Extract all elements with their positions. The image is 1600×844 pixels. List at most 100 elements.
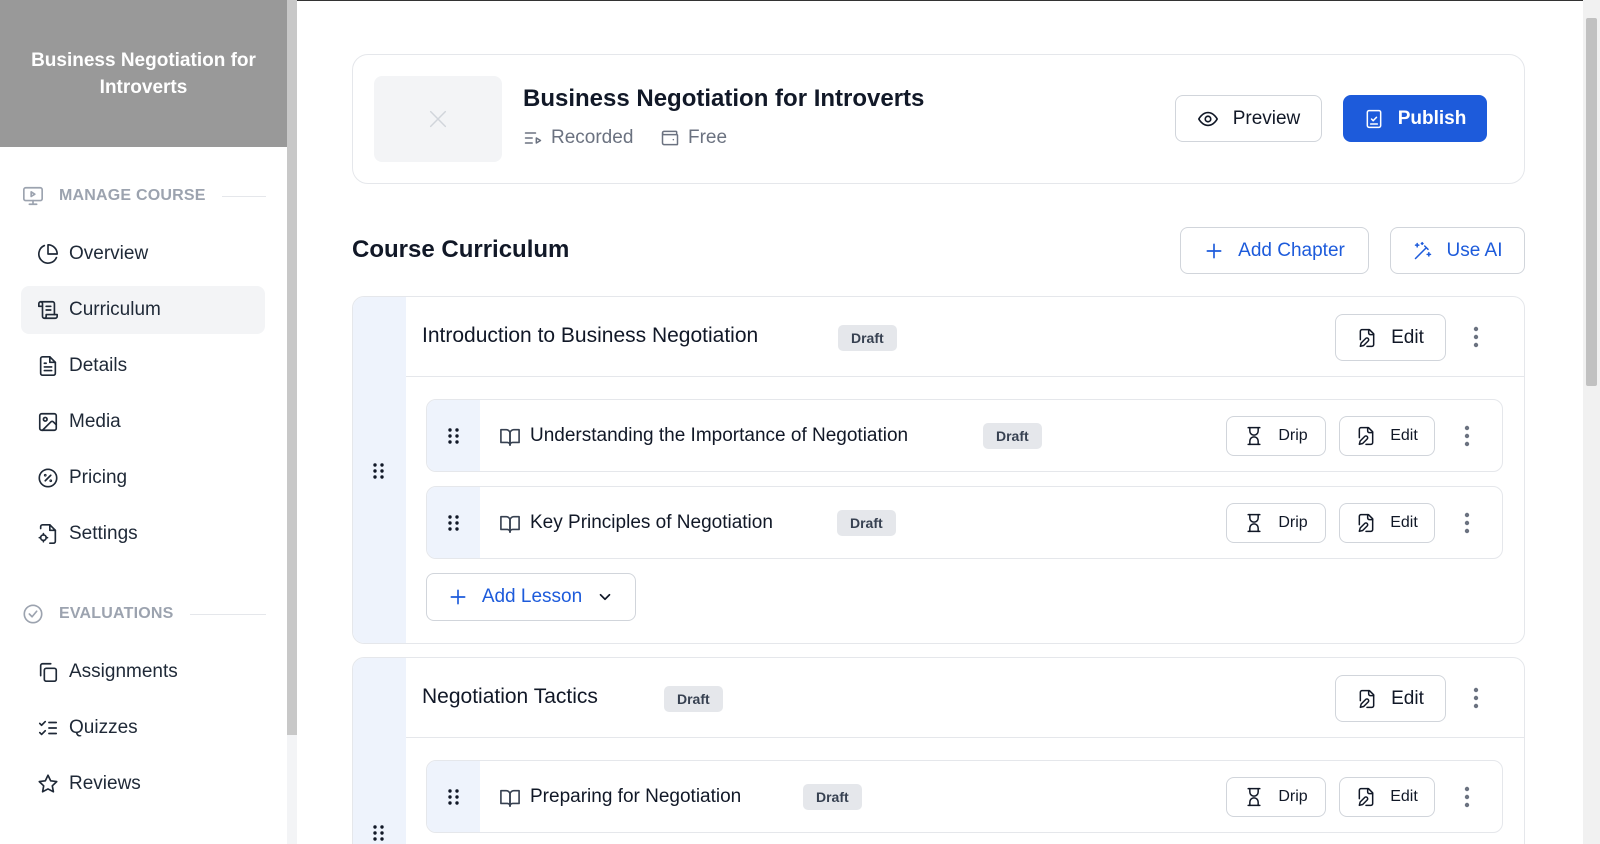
plus-icon [450,589,466,605]
sidebar-item-label: Curriculum [69,299,161,320]
sidebar-item-assignments[interactable]: Assignments [21,648,265,696]
status-badge: Draft [838,325,897,351]
more-vertical-icon[interactable] [1457,783,1477,811]
lesson-drag-rail[interactable] [427,400,480,471]
file-pen-icon [1359,328,1375,347]
use-ai-button[interactable]: Use AI [1390,227,1525,274]
sidebar-course-title: Business Negotiation for Introverts [31,49,256,98]
badge-percent-icon [38,468,58,488]
chapter-drag-rail[interactable] [353,658,406,844]
page-scrollbar-thumb[interactable] [1586,18,1597,386]
chapter-edit-button[interactable]: Edit [1335,675,1446,722]
edit-label: Edit [1391,687,1424,709]
preview-button[interactable]: Preview [1175,95,1322,142]
add-lesson-button[interactable]: Add Lesson [426,573,636,621]
lesson-row: Key Principles of Negotiation Draft Drip… [426,486,1503,559]
more-vertical-icon[interactable] [1457,422,1477,450]
more-vertical-icon[interactable] [1466,323,1486,351]
file-pen-icon [1359,689,1375,708]
divider [221,195,266,197]
chapter-edit-button[interactable]: Edit [1335,314,1446,361]
file-pen-icon [1358,513,1374,533]
add-lesson-label: Add Lesson [481,586,583,607]
course-price: Free [660,127,727,149]
sidebar-item-details[interactable]: Details [21,342,265,390]
drip-label: Drip [1278,788,1308,805]
more-vertical-icon[interactable] [1457,509,1477,537]
sidebar-item-label: Overview [69,243,149,264]
status-badge: Draft [803,784,862,810]
list-checks-icon [38,720,58,736]
drip-button[interactable]: Drip [1226,503,1326,543]
chapter-drag-rail[interactable] [353,297,406,643]
manage-course-section: MANAGE COURSE [22,185,266,207]
file-pen-icon [1358,787,1374,807]
sidebar-scrollbar-thumb[interactable] [287,0,297,735]
status-badge: Draft [664,686,723,712]
grip-vertical-icon[interactable] [446,514,462,532]
hourglass-icon [1247,426,1261,446]
grip-vertical-icon[interactable] [371,462,387,480]
sidebar-scrollbar[interactable] [287,0,297,844]
sidebar-item-label: Details [69,355,128,376]
sidebar-item-media[interactable]: Media [21,398,265,446]
sidebar-item-settings[interactable]: Settings [21,510,265,558]
lesson-drag-rail[interactable] [427,761,480,832]
lesson-edit-button[interactable]: Edit [1339,416,1435,456]
sidebar-item-label: Pricing [69,467,128,488]
course-type-label: Recorded [551,127,634,148]
sidebar-item-reviews[interactable]: Reviews [21,760,265,808]
page-scrollbar[interactable] [1583,0,1600,844]
grip-vertical-icon[interactable] [446,788,462,806]
chapter-header: Introduction to Business Negotiation Dra… [406,297,1524,377]
add-chapter-label: Add Chapter [1238,239,1345,261]
chapter-title: Introduction to Business Negotiation [422,324,759,347]
sidebar-item-pricing[interactable]: Pricing [21,454,265,502]
image-icon [38,412,58,432]
course-thumbnail[interactable] [374,76,502,162]
pie-chart-icon [38,244,58,264]
add-chapter-button[interactable]: Add Chapter [1180,227,1369,274]
check-circle-icon [23,604,43,624]
grip-vertical-icon[interactable] [446,427,462,445]
chevron-down-icon [599,593,611,601]
edit-label: Edit [1391,326,1424,348]
drip-label: Drip [1278,514,1308,531]
book-open-icon [500,515,520,533]
sidebar-item-quizzes[interactable]: Quizzes [21,704,265,752]
lesson-edit-button[interactable]: Edit [1339,503,1435,543]
scroll-icon [38,300,58,320]
grip-vertical-icon[interactable] [371,824,387,842]
lesson-row: Understanding the Importance of Negotiat… [426,399,1503,472]
drip-button[interactable]: Drip [1226,777,1326,817]
book-open-icon [500,428,520,446]
lesson-edit-button[interactable]: Edit [1339,777,1435,817]
evaluations-section: EVALUATIONS [22,603,266,625]
course-price-label: Free [688,127,728,148]
lesson-row: Preparing for Negotiation Draft Drip Edi… [426,760,1503,833]
lesson-title: Key Principles of Negotiation [530,512,773,533]
publish-button[interactable]: Publish [1343,95,1487,142]
eye-icon [1197,111,1218,126]
sidebar-item-curriculum[interactable]: Curriculum [21,286,265,334]
top-border [297,0,1583,1]
course-header-card: Business Negotiation for Introverts Reco… [352,54,1525,184]
sidebar-item-label: Settings [69,523,138,544]
sidebar: Business Negotiation for Introverts MANA… [0,0,287,844]
monitor-play-icon [23,186,43,206]
status-badge: Draft [837,510,896,536]
drip-button[interactable]: Drip [1226,416,1326,456]
more-vertical-icon[interactable] [1466,684,1486,712]
divider [189,613,266,615]
drip-label: Drip [1278,427,1308,444]
manage-course-label: MANAGE COURSE [59,187,206,204]
sidebar-item-label: Reviews [69,773,141,794]
notebook-check-icon [1366,109,1382,128]
sidebar-item-label: Quizzes [69,717,138,738]
sidebar-item-overview[interactable]: Overview [21,230,265,278]
status-badge: Draft [983,423,1042,449]
edit-label: Edit [1390,427,1418,444]
lesson-drag-rail[interactable] [427,487,480,558]
file-text-icon [39,356,57,376]
file-pen-icon [1358,426,1374,446]
